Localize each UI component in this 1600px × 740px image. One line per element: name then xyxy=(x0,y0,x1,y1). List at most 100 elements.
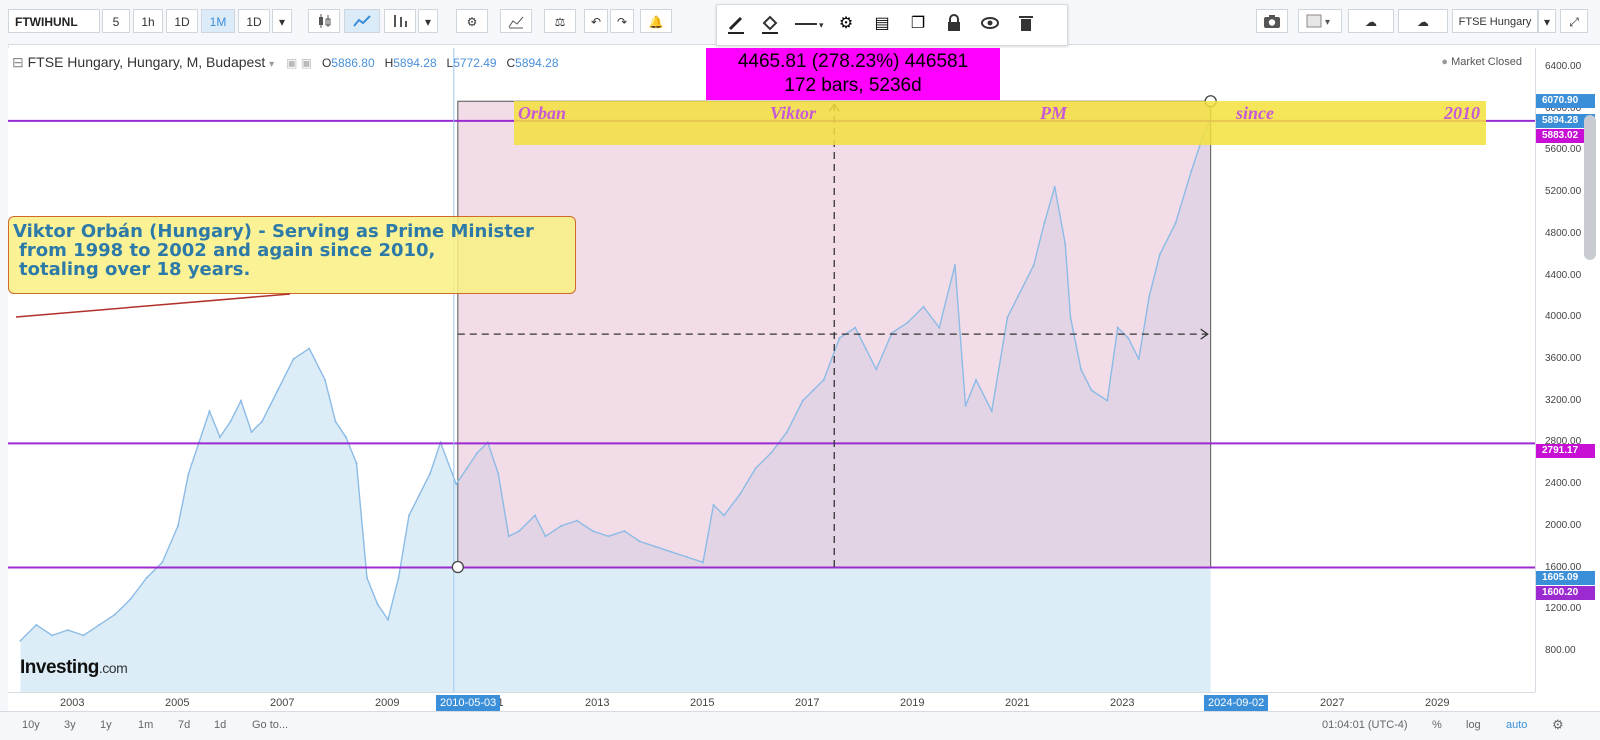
banner-word-viktor: Viktor xyxy=(770,103,817,123)
measure-tooltip: 4465.81 (278.23%) 446581 172 bars, 5236d xyxy=(706,48,1000,100)
series-point xyxy=(334,420,337,423)
callout-pointer xyxy=(15,293,291,318)
series-point xyxy=(229,420,232,423)
trash-icon[interactable] xyxy=(1013,13,1039,37)
series-point xyxy=(1069,316,1072,319)
clock-timezone[interactable]: 01:04:01 (UTC-4) xyxy=(1322,719,1408,731)
series-point xyxy=(1043,222,1046,225)
range-3y[interactable]: 3y xyxy=(64,719,76,731)
bottom-toolbar: 10y 3y 1y 1m 7d 1d Go to... 01:04:01 (UT… xyxy=(0,711,1600,740)
range-1d[interactable]: 1d xyxy=(214,719,226,731)
series-point xyxy=(455,483,458,486)
percent-scale-toggle[interactable]: % xyxy=(1432,719,1442,731)
price-tick: 2000.00 xyxy=(1545,519,1582,531)
series-point xyxy=(623,530,626,533)
scale-balance-icon[interactable]: ⚖ xyxy=(544,9,576,33)
series-point xyxy=(1053,185,1056,188)
line-style-icon[interactable]: ▾ xyxy=(793,13,827,37)
series-point xyxy=(1190,170,1193,173)
series-point xyxy=(465,467,468,470)
price-tick: 3200.00 xyxy=(1545,394,1582,406)
close-value: 5894.28 xyxy=(515,56,559,70)
series-point xyxy=(19,639,22,642)
visibility-eye-icon[interactable] xyxy=(977,13,1003,37)
drawing-settings-icon[interactable]: ⚙ xyxy=(833,13,859,37)
time-label-end: 2024-09-02 xyxy=(1204,695,1269,711)
price-tick: 2400.00 xyxy=(1545,478,1582,490)
cloud-load-icon[interactable]: ☁ xyxy=(1348,9,1394,33)
fullscreen-icon[interactable]: ⤢ xyxy=(1560,9,1588,33)
series-point xyxy=(1127,337,1130,340)
undo-icon[interactable]: ↶ xyxy=(584,9,608,33)
time-tick: 2021 xyxy=(1005,697,1030,709)
alert-bell-icon[interactable]: 🔔 xyxy=(640,9,672,33)
series-point xyxy=(276,389,279,392)
series-point xyxy=(292,357,295,360)
time-axis[interactable] xyxy=(8,692,1535,711)
chart-window: FTWIHUNL 5 1h 1D 1M 1D ▾ ▾ ⚙ ⚖ ↶ ↷ 🔔 ▾ ☁ xyxy=(0,0,1600,740)
series-point xyxy=(429,472,431,475)
range-10y[interactable]: 10y xyxy=(22,719,40,731)
series-point xyxy=(723,514,725,517)
time-tick: 2029 xyxy=(1425,697,1450,709)
time-tick: 2005 xyxy=(165,697,190,709)
series-point xyxy=(240,399,242,402)
investing-logo: Investing.com xyxy=(20,657,128,679)
series-point xyxy=(954,264,956,267)
cloud-save-icon[interactable]: ☁ xyxy=(1398,9,1448,33)
series-point xyxy=(654,545,657,548)
color-picker-icon[interactable]: ▾ xyxy=(1298,9,1342,33)
exchange-dropdown-icon[interactable]: ▾ xyxy=(1538,9,1556,33)
series-point xyxy=(408,514,410,517)
price-tick: 5600.00 xyxy=(1545,144,1582,156)
series-point xyxy=(738,493,741,496)
series-point xyxy=(1116,326,1119,329)
goto-date[interactable]: Go to... xyxy=(252,719,288,731)
price-tick: 800.00 xyxy=(1545,645,1576,656)
series-point xyxy=(1006,316,1009,319)
low-value: 5772.49 xyxy=(453,56,497,70)
layers-icon[interactable]: ▤ xyxy=(867,13,897,37)
price-tick: 3600.00 xyxy=(1545,352,1582,364)
series-point xyxy=(964,404,967,407)
range-1y[interactable]: 1y xyxy=(100,719,112,731)
settings-gear-icon[interactable]: ⚙ xyxy=(456,9,488,33)
time-tick: 2019 xyxy=(900,697,925,709)
series-point xyxy=(1148,295,1151,298)
axis-settings-gear-icon[interactable]: ⚙ xyxy=(1552,717,1564,733)
paint-bucket-icon[interactable] xyxy=(757,13,783,37)
range-7d[interactable]: 7d xyxy=(178,719,190,731)
series-point xyxy=(187,472,190,475)
series-point xyxy=(324,378,326,381)
clone-icon[interactable]: ❐ xyxy=(903,13,933,37)
price-tick: 4400.00 xyxy=(1545,269,1582,281)
compare-chart-icon[interactable] xyxy=(500,9,532,33)
camera-icon[interactable] xyxy=(1256,9,1288,33)
range-1m[interactable]: 1m xyxy=(138,719,153,731)
vertical-scrollbar[interactable] xyxy=(1584,115,1596,260)
indicators-dropdown-icon[interactable]: ▾ xyxy=(418,9,438,33)
log-scale-toggle[interactable]: log xyxy=(1466,719,1481,731)
series-point xyxy=(801,399,804,402)
banner-word-year: 2010 xyxy=(1444,103,1480,123)
time-tick: 2013 xyxy=(585,697,610,709)
time-label-start: 2010-05-03 xyxy=(436,695,501,711)
price-label-top: 6070.90 xyxy=(1536,94,1595,108)
time-tick: 2017 xyxy=(795,697,820,709)
series-point xyxy=(875,368,878,371)
series-point xyxy=(376,603,379,606)
time-tick: 2015 xyxy=(690,697,715,709)
time-tick: 2027 xyxy=(1320,697,1345,709)
banner-word-orban: Orban xyxy=(518,103,567,123)
series-point xyxy=(1174,222,1177,225)
series-point xyxy=(51,634,53,637)
lock-icon[interactable] xyxy=(941,13,967,37)
time-tick: 2009 xyxy=(375,697,400,709)
series-point xyxy=(219,436,221,439)
exchange-label[interactable]: FTSE Hungary xyxy=(1452,9,1538,33)
series-point xyxy=(145,576,148,579)
banner-word-pm: PM xyxy=(1040,103,1067,123)
pencil-icon[interactable] xyxy=(723,13,749,37)
auto-scale-toggle[interactable]: auto xyxy=(1506,719,1527,731)
redo-icon[interactable]: ↷ xyxy=(610,9,634,33)
